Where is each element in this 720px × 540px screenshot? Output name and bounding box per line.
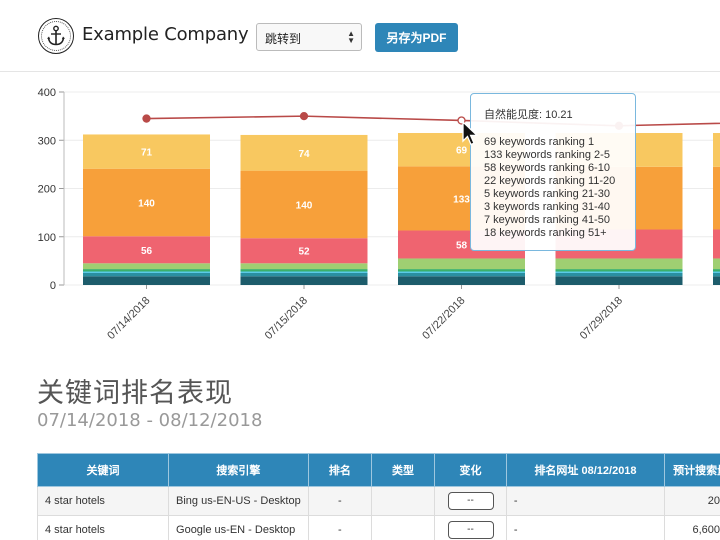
x-tick-label: 07/22/2018	[420, 295, 467, 342]
col-header-url[interactable]: 排名网址 08/12/2018	[505, 453, 666, 487]
mouse-pointer-icon	[462, 121, 479, 146]
tooltip-line: 22 keywords ranking 11-20	[484, 175, 616, 187]
section-title: 关键词排名表现	[37, 378, 233, 409]
tooltip-line: 133 keywords ranking 2-5	[484, 149, 610, 161]
y-tick-label: 100	[38, 232, 56, 244]
bar-label: 58	[456, 240, 468, 251]
bar-segment	[398, 276, 525, 285]
date-range: 07/14/2018 - 08/12/2018	[37, 410, 263, 431]
cell-volume: 6,600	[664, 515, 720, 540]
bar-label: 133	[453, 194, 470, 205]
bar-segment	[83, 263, 210, 270]
bar-segment	[83, 276, 210, 285]
bar-label: 52	[298, 247, 310, 258]
tooltip-line: 5 keywords ranking 21-30	[484, 188, 610, 200]
jump-to-select[interactable]: 跳转到 ▲ ▼	[256, 23, 362, 51]
keyword-table: 关键词 搜索引擎 排名 类型 变化 排名网址 08/12/2018 预计搜索量 …	[36, 453, 720, 540]
jump-to-select-value: 跳转到	[265, 32, 302, 46]
table-row: 4 star hotels Google us-EN - Desktop - -…	[36, 515, 720, 540]
bar-segment	[713, 229, 720, 259]
bar-segment	[713, 133, 720, 167]
bar-segment	[240, 263, 368, 270]
tooltip-title: 自然能见度: 10.21	[484, 109, 573, 121]
cell-change: --	[434, 486, 507, 516]
x-tick-label: 07/14/2018	[105, 295, 152, 342]
company-name: Example Company	[82, 24, 249, 45]
tooltip-line: 58 keywords ranking 6-10	[484, 162, 610, 174]
bar-label: 69	[456, 146, 468, 157]
tooltip-line: 18 keywords ranking 51+	[484, 227, 607, 239]
bar-segment	[713, 269, 720, 272]
line-point	[299, 111, 309, 121]
bar-segment	[398, 269, 525, 272]
change-button[interactable]: --	[447, 492, 494, 510]
cell-keyword: 4 star hotels	[36, 486, 170, 516]
cell-url: -	[505, 515, 666, 540]
cell-url: -	[505, 486, 666, 516]
col-header-type[interactable]: 类型	[370, 453, 436, 487]
anchor-icon	[41, 21, 71, 51]
bar-label: 71	[141, 148, 153, 159]
tooltip-line: 7 keywords ranking 41-50	[484, 214, 610, 226]
bar-segment	[555, 271, 683, 273]
y-tick-label: 200	[38, 184, 56, 196]
bar-segment	[555, 258, 683, 270]
bar-segment	[713, 166, 720, 230]
cell-rank: -	[307, 515, 372, 540]
cell-engine: Bing us-EN-US - Desktop	[168, 486, 309, 516]
col-header-keyword[interactable]: 关键词	[36, 453, 170, 487]
bar-segment	[240, 269, 368, 272]
x-tick-label: 07/15/2018	[263, 295, 310, 342]
top-header: Example Company 跳转到 ▲ ▼ 另存为PDF	[0, 0, 720, 72]
bar-segment	[83, 272, 210, 277]
cell-rank: -	[307, 486, 372, 516]
y-tick-label: 0	[50, 280, 56, 292]
col-header-change[interactable]: 变化	[434, 453, 507, 487]
cell-keyword: 4 star hotels	[36, 515, 170, 540]
change-button[interactable]: --	[447, 521, 494, 539]
bar-segment	[83, 271, 210, 273]
bar-segment	[555, 276, 683, 285]
bar-label: 56	[141, 246, 153, 257]
table-header-row: 关键词 搜索引擎 排名 类型 变化 排名网址 08/12/2018 预计搜索量	[36, 453, 720, 487]
bar-segment	[398, 271, 525, 273]
cell-engine: Google us-EN - Desktop	[168, 515, 309, 540]
bar-label: 140	[296, 200, 313, 211]
company-logo	[38, 18, 74, 54]
y-tick-label: 400	[38, 87, 56, 99]
tooltip-line: 3 keywords ranking 31-40	[484, 201, 610, 213]
cell-type	[370, 486, 436, 516]
bar-segment	[398, 258, 525, 270]
bar-segment	[555, 272, 683, 277]
bar-segment	[398, 272, 525, 277]
bar-segment	[713, 258, 720, 270]
cell-type	[370, 515, 436, 540]
bar-segment	[83, 269, 210, 272]
line-point	[142, 114, 151, 123]
x-tick-label: 07/29/2018	[578, 295, 625, 342]
select-arrows-icon: ▲ ▼	[347, 29, 355, 45]
bar-segment	[713, 276, 720, 285]
cell-change: --	[434, 515, 507, 540]
col-header-rank[interactable]: 排名	[307, 453, 372, 487]
table-row: 4 star hotels Bing us-EN-US - Desktop - …	[36, 486, 720, 516]
col-header-engine[interactable]: 搜索引擎	[168, 453, 309, 487]
chart-tooltip: 自然能见度: 10.21 69 keywords ranking 1 133 k…	[470, 93, 636, 251]
col-header-volume[interactable]: 预计搜索量	[664, 453, 720, 487]
y-tick-label: 300	[38, 135, 56, 147]
bar-segment	[240, 271, 368, 273]
bar-segment	[713, 271, 720, 273]
bar-label: 74	[298, 149, 310, 160]
bar-segment	[240, 276, 368, 285]
bar-segment	[713, 272, 720, 277]
tooltip-line: 69 keywords ranking 1	[484, 136, 595, 148]
bar-segment	[240, 272, 368, 277]
bar-label: 140	[138, 198, 155, 209]
cell-volume: 20	[664, 486, 720, 516]
bar-segment	[555, 269, 683, 272]
save-pdf-button[interactable]: 另存为PDF	[375, 23, 458, 52]
